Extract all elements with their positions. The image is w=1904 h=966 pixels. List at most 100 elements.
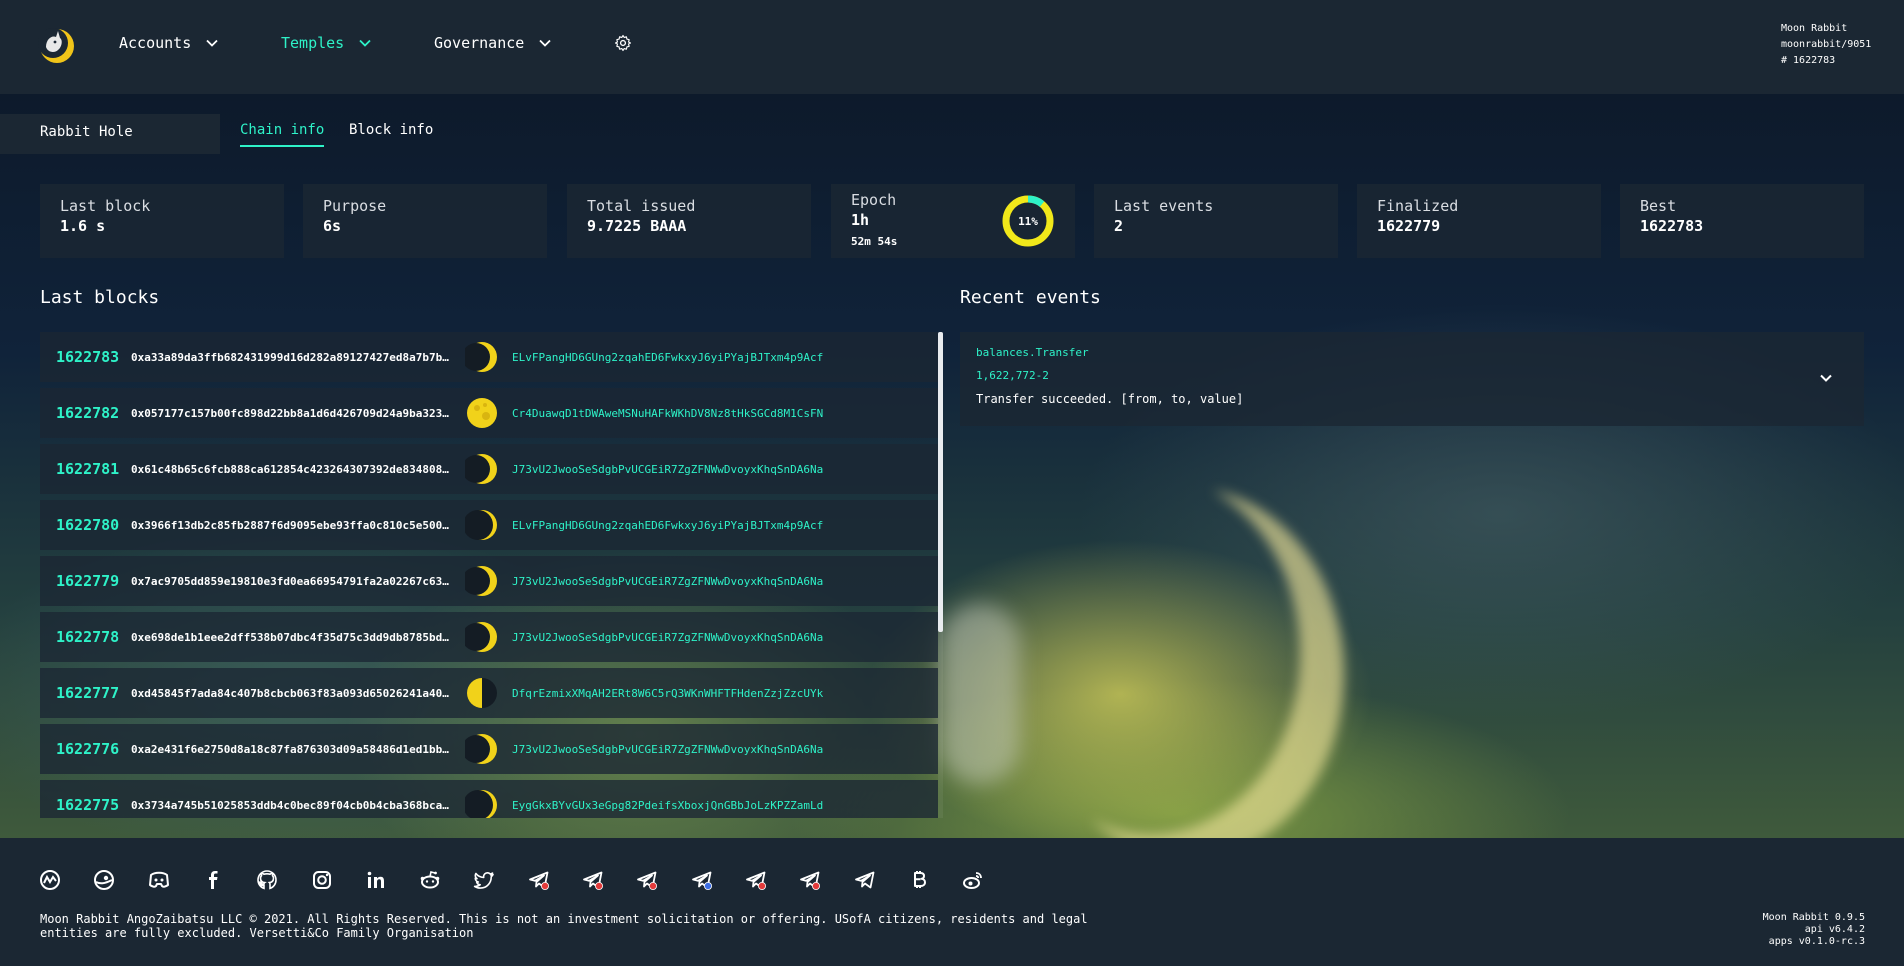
telegram-icon[interactable] <box>798 868 822 892</box>
summary-value: 1.6 s <box>60 217 106 235</box>
nav-governance[interactable]: Governance <box>434 34 552 52</box>
block-hash: 0x057177c157b00fc898d22bb8a1d6d426709d24… <box>131 406 449 420</box>
block-number[interactable]: 1622782 <box>56 404 119 422</box>
gear-icon <box>614 34 632 52</box>
block-author[interactable]: EygGkxBYvGUx3eGpg82PdeifsXboxjQnGBbJoLzK… <box>512 799 823 812</box>
block-hash: 0x7ac9705dd859e19810e3fd0ea66954791fa2a0… <box>131 574 449 588</box>
block-row[interactable]: 1622777 0xd45845f7ada84c407b8cbcb063f83a… <box>40 668 938 718</box>
chevron-down-icon <box>206 39 218 47</box>
block-author[interactable]: J73vU2JwooSeSdgbPvUCGEiR7ZgZFNWwDvoyxKhq… <box>512 743 823 756</box>
moon-phase-icon <box>463 508 499 542</box>
telegram-icon[interactable] <box>635 868 659 892</box>
linkedin-icon[interactable] <box>364 868 388 892</box>
api-version: api v6.4.2 <box>1804 924 1865 935</box>
top-bar: Accounts Temples Governance Moon Rabbit … <box>0 0 1904 94</box>
block-hash: 0x3734a745b51025853ddb4c0bec89f04cb0b4cb… <box>131 798 449 812</box>
block-row[interactable]: 1622781 0x61c48b65c6fcb888ca612854c42326… <box>40 444 938 494</box>
block-number[interactable]: 1622777 <box>56 684 119 702</box>
summary-last-block: Last block 1.6 s <box>40 184 284 258</box>
block-row[interactable]: 1622780 0x3966f13db2c85fb2887f6d9095ebe9… <box>40 500 938 550</box>
settings-button[interactable] <box>614 34 632 52</box>
facebook-icon[interactable] <box>201 868 225 892</box>
weibo-icon[interactable] <box>961 868 985 892</box>
background-rabbit <box>940 604 1020 784</box>
summary-value: 1622779 <box>1377 217 1441 235</box>
telegram-icon[interactable] <box>581 868 605 892</box>
moon-phase-icon <box>462 620 499 654</box>
block-author[interactable]: DfqrEzmixXMqAH2ERt8W6C5rQ3WKnWHFTFHdenZz… <box>512 687 823 700</box>
summary-last-events: Last events 2 <box>1094 184 1338 258</box>
moon-phase-icon <box>463 788 499 818</box>
block-author[interactable]: Cr4DuawqD1tDWAweMSNuHAFkWKhDV8Nz8tHkSGCd… <box>512 407 823 420</box>
discord-icon[interactable] <box>147 868 171 892</box>
summary-label: Last events <box>1114 197 1214 215</box>
summary-finalized: Finalized 1622779 <box>1357 184 1601 258</box>
block-hash: 0xa2e431f6e2750d8a18c87fa876303d09a58486… <box>131 742 449 756</box>
telegram-icon[interactable] <box>690 868 714 892</box>
block-row[interactable]: 1622783 0xa33a89da3ffb682431999d16d282a8… <box>40 332 938 382</box>
coingecko-icon[interactable] <box>92 868 116 892</box>
epoch-progress-label: 11% <box>1018 215 1038 228</box>
block-row[interactable]: 1622776 0xa2e431f6e2750d8a18c87fa876303d… <box>40 724 938 774</box>
summary-label: Best <box>1640 197 1677 215</box>
block-number[interactable]: 1622783 <box>56 348 119 366</box>
coinmarketcap-icon[interactable] <box>38 868 62 892</box>
block-row[interactable]: 1622778 0xe698de1b1eee2dff538b07dbc4f35d… <box>40 612 938 662</box>
block-author[interactable]: J73vU2JwooSeSdgbPvUCGEiR7ZgZFNWwDvoyxKhq… <box>512 575 823 588</box>
moon-phase-icon <box>462 564 499 598</box>
section-title: Rabbit Hole <box>40 124 133 140</box>
telegram-icon[interactable] <box>527 868 551 892</box>
telegram-icon[interactable] <box>853 868 877 892</box>
nav-temples[interactable]: Temples <box>281 34 372 52</box>
tab-chain-info[interactable]: Chain info <box>240 122 325 147</box>
block-author[interactable]: J73vU2JwooSeSdgbPvUCGEiR7ZgZFNWwDvoyxKhq… <box>512 631 823 644</box>
block-author[interactable]: ELvFPangHD6GUng2zqahED6FwkxyJ6yiPYajBJTx… <box>512 351 823 364</box>
nav-accounts-label: Accounts <box>119 34 192 52</box>
block-number[interactable]: 1622775 <box>56 796 119 814</box>
bitcoin-icon[interactable] <box>907 868 931 892</box>
node-info: Moon Rabbit moonrabbit/9051 # 1622783 <box>1781 21 1871 69</box>
event-item[interactable]: balances.Transfer 1,622,772-2 Transfer s… <box>960 332 1864 426</box>
nav-governance-label: Governance <box>434 34 525 52</box>
block-row[interactable]: 1622775 0x3734a745b51025853ddb4c0bec89f0… <box>40 780 938 818</box>
background-crescent <box>1000 474 1300 834</box>
node-name: Moon Rabbit <box>1781 23 1848 34</box>
block-number[interactable]: 1622780 <box>56 516 119 534</box>
footer <box>0 838 1904 966</box>
nav-accounts[interactable]: Accounts <box>119 34 219 52</box>
block-row[interactable]: 1622782 0x057177c157b00fc898d22bb8a1d6d4… <box>40 388 938 438</box>
summary-purpose: Purpose 6s <box>303 184 547 258</box>
event-description: Transfer succeeded. [from, to, value] <box>976 392 1244 406</box>
summary-value: 9.7225 BAAA <box>587 217 687 235</box>
node-block: # 1622783 <box>1781 55 1836 66</box>
epoch-progress-donut: 11% <box>1002 195 1054 247</box>
event-id[interactable]: 1,622,772-2 <box>976 369 1848 382</box>
block-number[interactable]: 1622776 <box>56 740 119 758</box>
telegram-icon[interactable] <box>744 868 768 892</box>
moon-phase-icon <box>462 452 499 486</box>
summary-value: 1622783 <box>1640 217 1704 235</box>
event-name[interactable]: balances.Transfer <box>976 346 1848 359</box>
node-version: moonrabbit/9051 <box>1781 39 1872 50</box>
block-number[interactable]: 1622781 <box>56 460 119 478</box>
block-author[interactable]: ELvFPangHD6GUng2zqahED6FwkxyJ6yiPYajBJTx… <box>512 519 823 532</box>
github-icon[interactable] <box>255 868 279 892</box>
chevron-down-icon[interactable] <box>1818 370 1834 386</box>
moon-phase-icon <box>462 340 499 374</box>
summary-total-issued: Total issued 9.7225 BAAA <box>567 184 811 258</box>
instagram-icon[interactable] <box>310 868 334 892</box>
block-author[interactable]: J73vU2JwooSeSdgbPvUCGEiR7ZgZFNWwDvoyxKhq… <box>512 463 823 476</box>
block-hash: 0xd45845f7ada84c407b8cbcb063f83a093d6502… <box>131 686 449 700</box>
twitter-icon[interactable] <box>472 868 496 892</box>
last-blocks-list[interactable]: 1622783 0xa33a89da3ffb682431999d16d282a8… <box>40 332 940 818</box>
recent-events-title: Recent events <box>960 287 1101 308</box>
block-row[interactable]: 1622779 0x7ac9705dd859e19810e3fd0ea66954… <box>40 556 938 606</box>
block-hash: 0xe698de1b1eee2dff538b07dbc4f35d75c3dd9d… <box>131 630 449 644</box>
block-number[interactable]: 1622778 <box>56 628 119 646</box>
block-number[interactable]: 1622779 <box>56 572 119 590</box>
scrollbar-thumb[interactable] <box>938 332 943 632</box>
reddit-icon[interactable] <box>418 868 442 892</box>
moon-rabbit-logo[interactable] <box>38 27 76 65</box>
tab-block-info[interactable]: Block info <box>349 122 433 145</box>
app-version: Moon Rabbit 0.9.5 <box>1762 912 1865 923</box>
